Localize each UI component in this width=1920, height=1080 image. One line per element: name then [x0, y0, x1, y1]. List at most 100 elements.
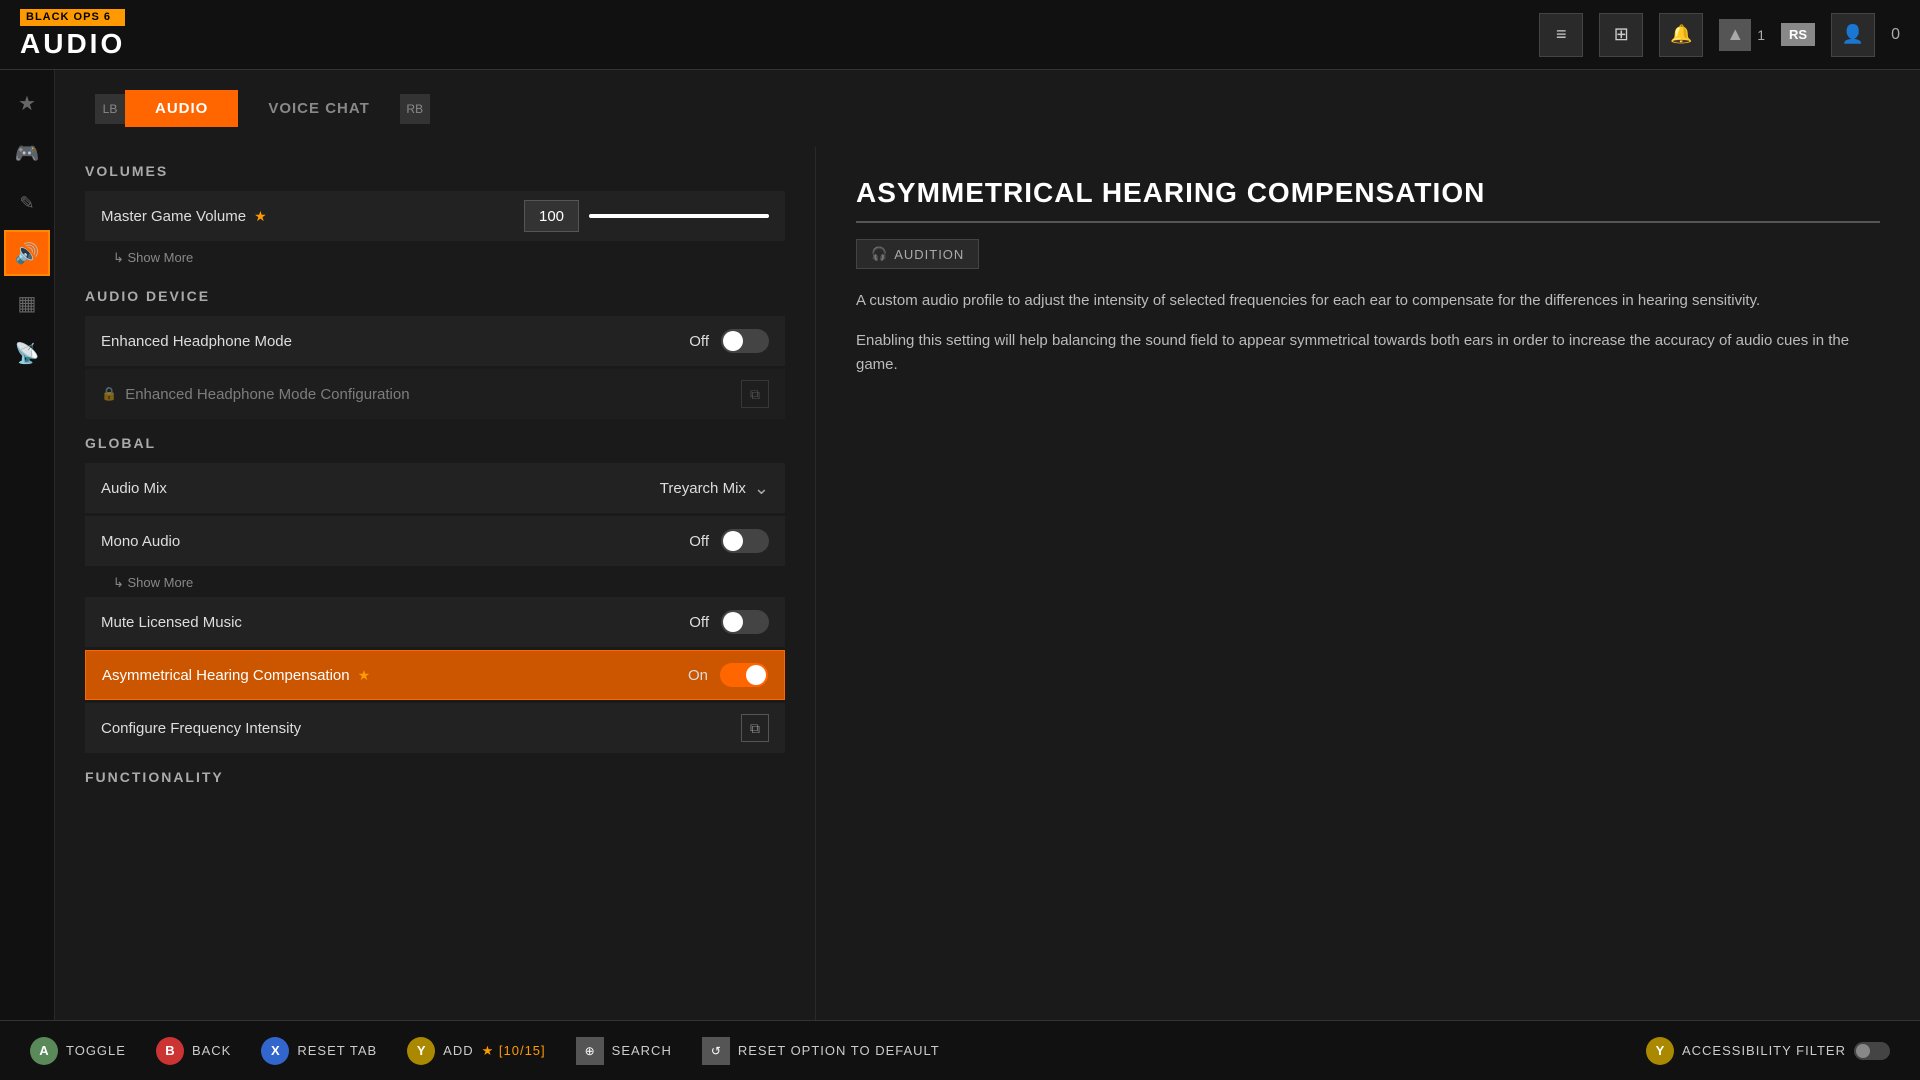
- mute-licensed-music-row[interactable]: Mute Licensed Music Off: [85, 597, 785, 647]
- asymmetrical-hearing-knob: [746, 665, 766, 685]
- configure-frequency-label: Configure Frequency Intensity: [101, 720, 741, 737]
- accessibility-filter-action[interactable]: Y ACCESSIBILITY FILTER: [1646, 1037, 1890, 1065]
- friends-icon-btn[interactable]: 👤: [1831, 13, 1875, 57]
- bell-icon-btn[interactable]: 🔔: [1659, 13, 1703, 57]
- volume-slider[interactable]: [589, 214, 769, 218]
- mono-audio-row[interactable]: Mono Audio Off: [85, 516, 785, 566]
- tabs-row: LB AUDIO VOICE CHAT RB: [55, 70, 1920, 147]
- sidebar-item-favorites[interactable]: ★: [4, 80, 50, 126]
- reset-option-label: RESET OPTION TO DEFAULT: [738, 1043, 940, 1058]
- header: BLACK OPS 6 AUDIO ≡ ⊞ 🔔 ▲ 1 RS 👤 0: [0, 0, 1920, 70]
- sidebar: ★ 🎮 ✎ 🔊 ▦ 📡: [0, 70, 55, 1020]
- audio-mix-row[interactable]: Audio Mix Treyarch Mix ⌄: [85, 463, 785, 513]
- enhanced-headphone-toggle[interactable]: [721, 329, 769, 353]
- rb-label: RB: [406, 102, 423, 116]
- volume-input[interactable]: [524, 200, 579, 232]
- mono-audio-label: Mono Audio: [101, 533, 689, 550]
- description-paragraph1: A custom audio profile to adjust the int…: [856, 289, 1880, 313]
- global-section-title: GLOBAL: [85, 435, 785, 455]
- shield-badge: ▲ 1: [1719, 19, 1765, 51]
- edit-icon: ✎: [19, 193, 34, 214]
- ext-link-icon: ⧉: [741, 380, 769, 408]
- reset-option-action[interactable]: ↺ RESET OPTION TO DEFAULT: [702, 1037, 940, 1065]
- volumes-section-title: VOLUMES: [85, 163, 785, 183]
- enhanced-headphone-mode-row[interactable]: Enhanced Headphone Mode Off: [85, 316, 785, 366]
- x-button: X: [261, 1037, 289, 1065]
- audio-sidebar-badge: [34, 234, 46, 246]
- sidebar-item-edit[interactable]: ✎: [4, 180, 50, 226]
- display-icon: ▦: [18, 291, 37, 316]
- network-icon: 📡: [15, 341, 40, 366]
- configure-frequency-ext-link[interactable]: ⧉: [741, 714, 769, 742]
- rs-badge: RS: [1781, 23, 1815, 46]
- volume-star-icon: ★: [254, 208, 267, 225]
- bottom-bar: A TOGGLE B BACK X RESET TAB Y ADD ★ [10/…: [0, 1020, 1920, 1080]
- audio-mix-value: Treyarch Mix ⌄: [660, 478, 769, 499]
- b-button: B: [156, 1037, 184, 1065]
- mute-licensed-music-label: Mute Licensed Music: [101, 614, 689, 631]
- search-action[interactable]: ⊕ SEARCH: [576, 1037, 672, 1065]
- reset-tab-action[interactable]: X RESET TAB: [261, 1037, 377, 1065]
- add-action[interactable]: Y ADD ★ [10/15]: [407, 1037, 545, 1065]
- master-volume-row[interactable]: Master Game Volume ★: [85, 191, 785, 241]
- a-button: A: [30, 1037, 58, 1065]
- tab-right-arrow[interactable]: RB: [400, 94, 430, 124]
- mono-audio-knob: [723, 531, 743, 551]
- accessibility-toggle-knob: [1856, 1044, 1870, 1058]
- accessibility-toggle-switch[interactable]: [1854, 1042, 1890, 1060]
- add-count-label: ★ [10/15]: [482, 1043, 546, 1059]
- star-icon: ★: [18, 91, 36, 116]
- mute-licensed-music-knob: [723, 612, 743, 632]
- configure-frequency-value: ⧉: [741, 714, 769, 742]
- mute-licensed-music-toggle[interactable]: [721, 610, 769, 634]
- enhanced-headphone-config-label: 🔒 Enhanced Headphone Mode Configuration: [101, 386, 741, 403]
- sidebar-item-display[interactable]: ▦: [4, 280, 50, 326]
- search-btn-icon: ⊕: [576, 1037, 604, 1065]
- settings-panel: VOLUMES Master Game Volume ★ ↳ Show More…: [55, 147, 815, 1020]
- asymmetrical-star-icon: ★: [358, 667, 371, 684]
- header-icons: ≡ ⊞ 🔔 ▲ 1 RS 👤 0: [1539, 13, 1900, 57]
- mute-licensed-music-value: Off: [689, 610, 769, 634]
- tab-voice-chat[interactable]: VOICE CHAT: [238, 90, 399, 127]
- main-content: LB AUDIO VOICE CHAT RB VOLUMES Master Ga…: [55, 70, 1920, 1020]
- description-tag: 🎧 AUDITION: [856, 239, 979, 269]
- asymmetrical-hearing-row[interactable]: Asymmetrical Hearing Compensation ★ On: [85, 650, 785, 700]
- tab-audio[interactable]: AUDIO: [125, 90, 238, 127]
- enhanced-headphone-config-value: ⧉: [741, 380, 769, 408]
- asymmetrical-hearing-toggle[interactable]: [720, 663, 768, 687]
- friend-count: 0: [1891, 26, 1900, 44]
- logo-area: BLACK OPS 6 AUDIO: [20, 9, 125, 60]
- audio-mix-label: Audio Mix: [101, 480, 660, 497]
- controller-icon: 🎮: [15, 141, 40, 166]
- description-panel: Asymmetrical Hearing Compensation 🎧 AUDI…: [815, 147, 1920, 1020]
- back-action[interactable]: B BACK: [156, 1037, 231, 1065]
- configure-frequency-row[interactable]: Configure Frequency Intensity ⧉: [85, 703, 785, 753]
- audio-device-section-title: AUDIO DEVICE: [85, 288, 785, 308]
- grid-icon-btn[interactable]: ⊞: [1599, 13, 1643, 57]
- add-label: ADD: [443, 1043, 473, 1058]
- y-button-add: Y: [407, 1037, 435, 1065]
- lock-icon: 🔒: [101, 386, 117, 402]
- global-show-more[interactable]: ↳ Show More: [85, 569, 785, 597]
- sidebar-item-audio[interactable]: 🔊: [4, 230, 50, 276]
- badge-count: 1: [1757, 27, 1765, 43]
- enhanced-headphone-mode-label: Enhanced Headphone Mode: [101, 333, 689, 350]
- tab-left-arrow[interactable]: LB: [95, 94, 125, 124]
- accessibility-label: ACCESSIBILITY FILTER: [1682, 1043, 1846, 1058]
- menu-icon-btn[interactable]: ≡: [1539, 13, 1583, 57]
- asymmetrical-hearing-label: Asymmetrical Hearing Compensation ★: [102, 667, 688, 684]
- enhanced-headphone-knob: [723, 331, 743, 351]
- sidebar-item-controller[interactable]: 🎮: [4, 130, 50, 176]
- enhanced-headphone-config-row: 🔒 Enhanced Headphone Mode Configuration …: [85, 369, 785, 419]
- functionality-section-title: FUNCTIONALITY: [85, 769, 785, 789]
- description-title: Asymmetrical Hearing Compensation: [856, 177, 1880, 223]
- audio-mix-dropdown: Treyarch Mix ⌄: [660, 478, 769, 499]
- reset-tab-label: RESET TAB: [297, 1043, 377, 1058]
- toggle-action[interactable]: A TOGGLE: [30, 1037, 126, 1065]
- volumes-show-more[interactable]: ↳ Show More: [85, 244, 785, 272]
- asymmetrical-hearing-value: On: [688, 663, 768, 687]
- mono-audio-toggle[interactable]: [721, 529, 769, 553]
- sidebar-item-network[interactable]: 📡: [4, 330, 50, 376]
- y-button-accessibility: Y: [1646, 1037, 1674, 1065]
- back-label: BACK: [192, 1043, 231, 1058]
